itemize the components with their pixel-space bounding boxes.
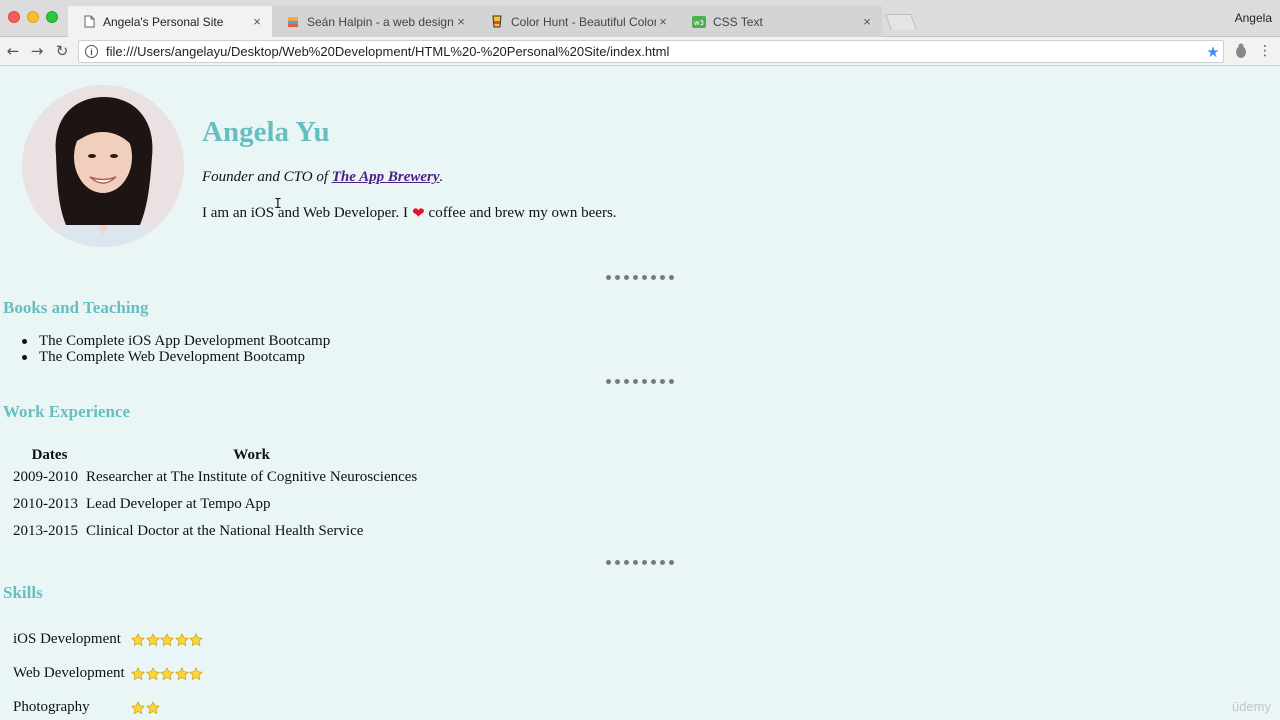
tab-label: Angela's Personal Site: [103, 14, 224, 29]
star-icon: [145, 632, 160, 646]
table-cell: 2010-2013: [13, 496, 78, 512]
back-icon[interactable]: ←: [3, 41, 23, 61]
star-icon: [145, 666, 160, 680]
star-icon: [145, 700, 160, 714]
tab-css-text[interactable]: w3 CSS Text ×: [678, 6, 882, 37]
table-cell: Lead Developer at Tempo App: [86, 496, 271, 512]
dotted-divider: [606, 275, 674, 281]
work-table: Dates Work 2009-2010 Researcher at The I…: [13, 446, 417, 545]
extension-icon[interactable]: [1233, 42, 1249, 60]
tagline-suffix: .: [439, 169, 444, 185]
zoom-window-button[interactable]: [46, 11, 58, 23]
intro-after: coffee and brew my own beers.: [428, 204, 617, 221]
skill-row: Web Development: [13, 665, 204, 682]
star-icon: [131, 666, 145, 680]
browser-toolbar: ← → ↻ i file:///Users/angelayu/Desktop/W…: [0, 37, 1280, 66]
menu-icon[interactable]: ⋮: [1258, 42, 1272, 60]
svg-text:w3: w3: [694, 19, 704, 27]
star-rating: [131, 632, 204, 647]
skill-name: iOS Development: [13, 631, 121, 647]
tab-sean-halpin[interactable]: Seán Halpin - a web designer & ×: [272, 6, 476, 37]
page-icon: [82, 15, 96, 29]
star-icon: [160, 632, 174, 646]
tab-label: Color Hunt - Beautiful Color Pa: [511, 14, 656, 29]
page-title: Angela Yu: [202, 116, 330, 148]
list-item: The Complete Web Development Bootcamp: [21, 349, 330, 365]
tagline-prefix: Founder and CTO of: [202, 169, 332, 185]
work-heading: Work Experience: [3, 402, 131, 421]
table-row: 2010-2013 Lead Developer at Tempo App: [13, 491, 417, 518]
tab-color-hunt[interactable]: Color Hunt - Beautiful Color Pa ×: [476, 6, 678, 37]
tab-angelas-personal-site[interactable]: Angela's Personal Site ×: [68, 6, 272, 37]
dates-header: Dates: [31, 446, 68, 463]
dotted-divider: [606, 560, 674, 566]
skill-row: Photography: [13, 699, 160, 716]
close-window-button[interactable]: [8, 11, 20, 23]
star-icon: [189, 666, 203, 680]
udemy-watermark: ūdemy: [1231, 699, 1271, 714]
app-brewery-link[interactable]: The App Brewery: [332, 169, 440, 185]
tab-label: Seán Halpin - a web designer &: [307, 14, 454, 29]
intro-text: I am an iOS and Web Developer. I ❤ coffe…: [202, 204, 617, 222]
table-row: 2013-2015 Clinical Doctor at the Nationa…: [13, 518, 417, 545]
skills-heading: Skills: [3, 583, 43, 602]
star-rating: [131, 700, 160, 715]
tab-close-icon[interactable]: ×: [454, 14, 468, 29]
info-icon[interactable]: i: [85, 45, 98, 58]
reload-icon[interactable]: ↻: [52, 41, 72, 61]
star-icon: [131, 632, 145, 646]
list-item: The Complete iOS App Development Bootcam…: [21, 333, 331, 349]
address-bar[interactable]: i file:///Users/angelayu/Desktop/Web%20D…: [78, 40, 1224, 63]
star-icon: [174, 666, 189, 680]
tab-label: CSS Text: [713, 14, 763, 29]
star-icon: [160, 666, 174, 680]
skill-row: iOS Development: [13, 631, 204, 648]
skill-name: Web Development: [13, 665, 125, 681]
w3schools-favicon: w3: [692, 15, 706, 29]
forward-icon[interactable]: →: [27, 41, 47, 61]
star-icon: [131, 700, 145, 714]
tagline: Founder and CTO of The App Brewery.: [202, 169, 443, 186]
dotted-divider: [606, 379, 674, 385]
heart-icon: ❤: [411, 204, 425, 222]
bookmark-star-icon[interactable]: ★: [1203, 43, 1223, 61]
tab-close-icon[interactable]: ×: [860, 14, 874, 29]
table-cell: 2009-2010: [13, 469, 78, 485]
profile-name[interactable]: Angela: [1235, 11, 1272, 25]
star-icon: [189, 632, 203, 646]
star-rating: [131, 666, 204, 681]
work-header: Work: [233, 446, 270, 463]
books-list: The Complete iOS App Development Bootcam…: [21, 333, 331, 365]
colorhunt-favicon: [490, 15, 504, 29]
profile-photo: [22, 85, 184, 247]
page-content: Angela Yu I Founder and CTO of The App B…: [0, 66, 1280, 720]
table-cell: Clinical Doctor at the National Health S…: [86, 523, 364, 539]
table-row: 2009-2010 Researcher at The Institute of…: [13, 464, 417, 491]
tab-bar: Angela's Personal Site × Seán Halpin - a…: [0, 0, 1280, 37]
table-cell: Researcher at The Institute of Cognitive…: [86, 469, 418, 485]
table-cell: 2013-2015: [13, 523, 78, 539]
new-tab-button[interactable]: [885, 14, 917, 30]
url-text[interactable]: file:///Users/angelayu/Desktop/Web%20Dev…: [106, 44, 1203, 59]
skill-name: Photography: [13, 699, 90, 715]
intro-before: I am an iOS and Web Developer. I: [202, 204, 408, 221]
star-icon: [174, 632, 189, 646]
table-header-row: Dates Work: [13, 446, 417, 464]
minimize-window-button[interactable]: [27, 11, 39, 23]
tab-close-icon[interactable]: ×: [250, 14, 264, 29]
books-heading: Books and Teaching: [3, 298, 149, 317]
halpin-favicon: [286, 15, 300, 29]
tab-close-icon[interactable]: ×: [656, 14, 670, 29]
